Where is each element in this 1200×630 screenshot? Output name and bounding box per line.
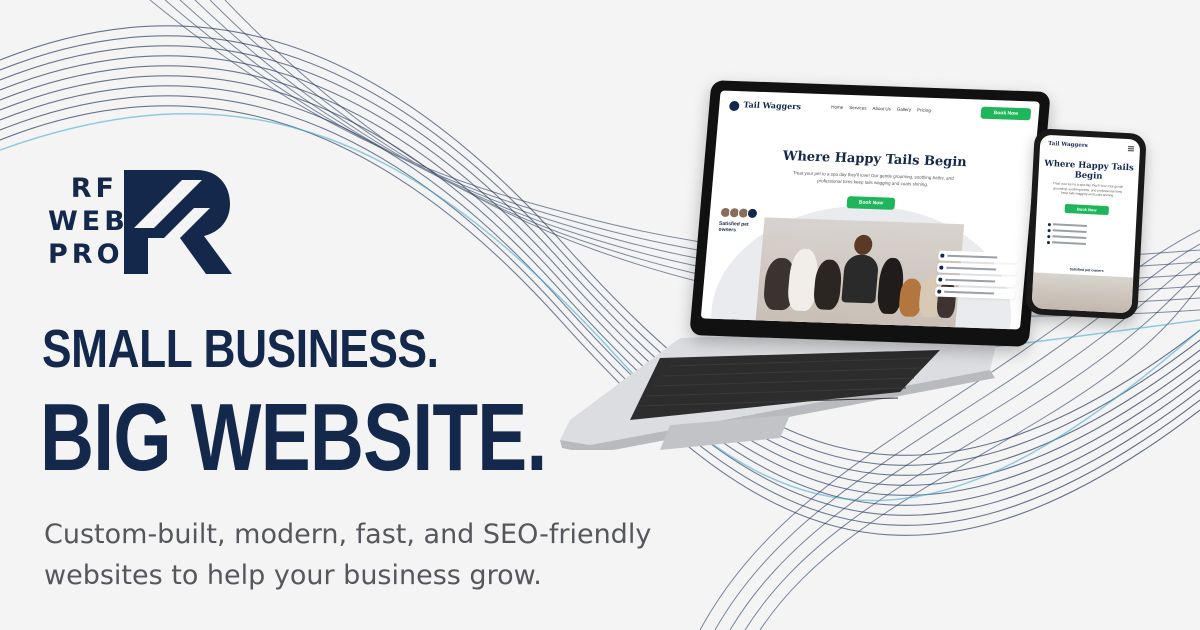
logo-wordmark: RF WEB PRO	[48, 172, 129, 271]
menu-icon[interactable]	[1127, 146, 1135, 152]
headline-line-2: BIG WEBSITE.	[40, 384, 547, 491]
check-icon	[940, 253, 945, 258]
phone-satisfied-label: Satisfied pet owners	[1069, 267, 1104, 273]
nav-about[interactable]: About Us	[872, 106, 891, 112]
phone-hero-text: Treat your pet to a spa day they'll love…	[1052, 181, 1124, 198]
avatar-count	[746, 207, 759, 220]
site-navbar: Tail Waggers Home Services About Us Gall…	[718, 90, 1040, 131]
laptop-bezel: Tail Waggers Home Services About Us Gall…	[689, 80, 1051, 347]
check-icon	[1047, 228, 1051, 232]
check-icon	[938, 277, 943, 282]
site-nav-links: Home Services About Us Gallery Pricing	[831, 104, 931, 112]
laptop-display: Tail Waggers Home Services About Us Gall…	[689, 80, 1051, 347]
nav-pricing[interactable]: Pricing	[917, 107, 931, 112]
site-brand: Tail Waggers	[743, 99, 802, 112]
phone-feature-list	[1046, 221, 1087, 247]
check-icon	[937, 289, 942, 294]
nav-gallery[interactable]: Gallery	[897, 107, 912, 112]
nav-services[interactable]: Services	[849, 105, 867, 111]
laptop-keyboard-base	[560, 330, 1000, 450]
phone-mockup: Tail Waggers Where Happy Tails Begin Tre…	[1025, 128, 1147, 320]
laptop-mockup: Tail Waggers Home Services About Us Gall…	[560, 80, 1051, 450]
nav-home[interactable]: Home	[831, 104, 843, 109]
phone-hero-title: Where Happy Tails Begin	[1044, 158, 1135, 182]
check-icon	[1047, 222, 1052, 226]
phone-book-now-button[interactable]: Book Now	[1064, 203, 1109, 216]
book-now-hero-button[interactable]: Book Now	[846, 196, 896, 210]
feature-item	[935, 274, 1017, 288]
customer-avatars	[719, 206, 759, 220]
site-hero-title: Where Happy Tails Begin	[782, 148, 968, 171]
logo-line-pro: PRO	[48, 239, 124, 270]
feature-item	[937, 250, 1019, 264]
hero-dogs-photo	[755, 217, 965, 328]
check-icon	[939, 265, 944, 270]
laptop-screen: Tail Waggers Home Services About Us Gall…	[700, 90, 1040, 330]
logo-line-web: WEB	[48, 206, 129, 237]
feature-item	[936, 262, 1018, 276]
phone-screen: Tail Waggers Where Happy Tails Begin Tre…	[1031, 134, 1141, 314]
check-icon	[1047, 234, 1051, 238]
brand-logo: RF WEB PRO	[48, 170, 233, 280]
headline-line-1: SMALL BUSINESS.	[42, 319, 439, 379]
feature-list	[934, 250, 1019, 301]
feature-item	[934, 286, 1016, 300]
book-now-nav-button[interactable]: Book Now	[980, 106, 1032, 121]
satisfied-owners-label: Satisfied pet owners	[718, 220, 749, 234]
paw-logo-icon	[728, 100, 740, 112]
site-hero-text: Treat your pet to a spa day they'll love…	[792, 170, 954, 187]
logo-line-rf: RF	[70, 173, 118, 204]
tagline: Custom-built, modern, fast, and SEO-frie…	[44, 519, 652, 591]
phone-dogs-photo	[1031, 272, 1134, 314]
feature-item	[1046, 239, 1086, 247]
check-icon	[1046, 240, 1051, 244]
phone-brand: Tail Waggers	[1047, 140, 1088, 149]
logo-r-mark-icon	[124, 170, 232, 274]
